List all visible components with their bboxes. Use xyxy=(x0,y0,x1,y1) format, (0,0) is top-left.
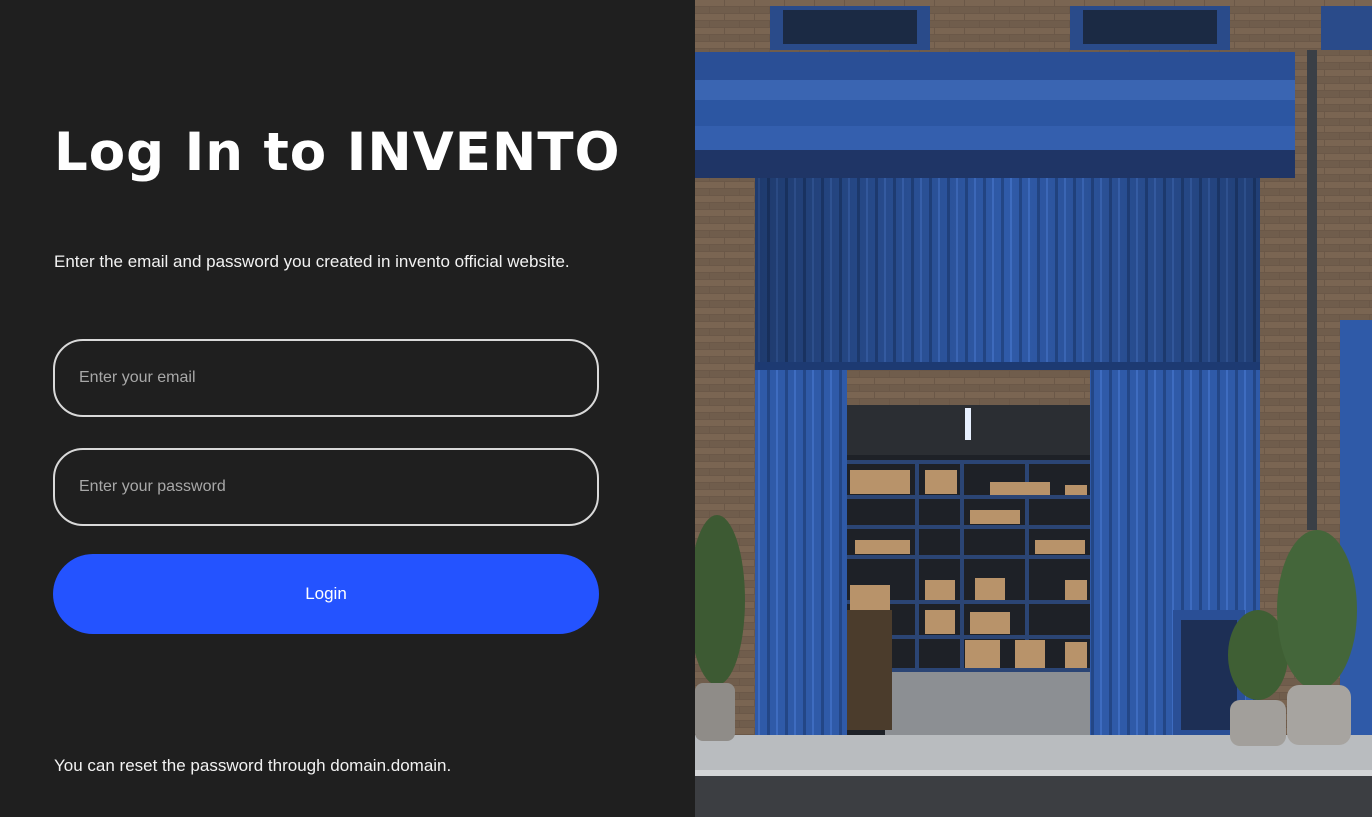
login-panel: Log In to INVENTO Enter the email and pa… xyxy=(0,0,695,817)
page-title: Log In to INVENTO xyxy=(54,122,621,183)
reset-password-note: You can reset the password through domai… xyxy=(54,756,452,775)
instructions-text: Enter the email and password you created… xyxy=(54,252,570,271)
email-input[interactable] xyxy=(55,341,597,415)
warehouse-hero-image xyxy=(695,0,1372,817)
password-input[interactable] xyxy=(55,450,597,524)
email-field-container xyxy=(53,339,599,417)
login-button[interactable]: Login xyxy=(53,554,599,634)
password-field-container xyxy=(53,448,599,526)
